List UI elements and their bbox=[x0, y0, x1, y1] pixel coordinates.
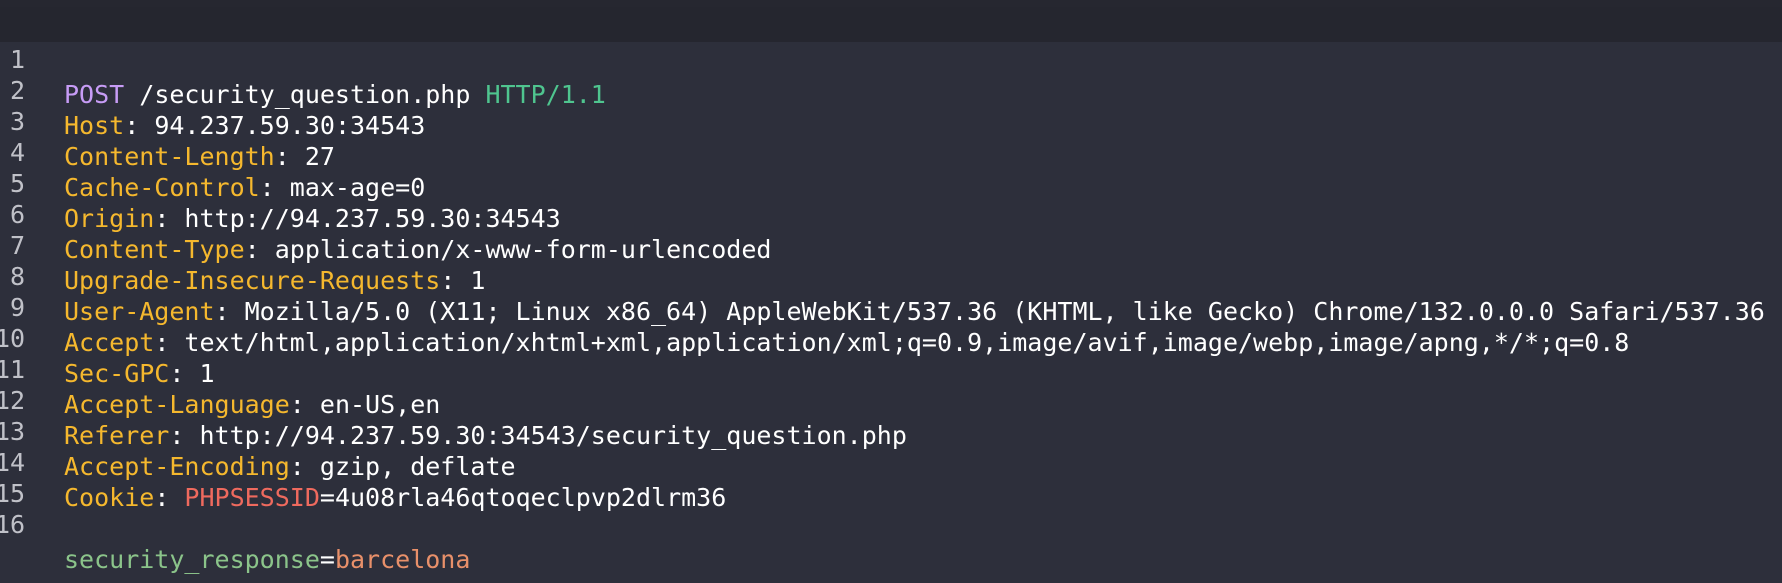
header-line[interactable]: 5 Origin: http://94.237.59.30:34543 bbox=[0, 131, 1782, 233]
line-number: 16 bbox=[0, 510, 26, 539]
header-line[interactable]: 13 Accept-Encoding: gzip, deflate bbox=[0, 379, 1782, 481]
cookie-line[interactable]: 14 Cookie: PHPSESSID=4u08rla46qtoqeclpvp… bbox=[0, 410, 1782, 512]
header-line[interactable]: 12 Referer: http://94.237.59.30:34543/se… bbox=[0, 348, 1782, 450]
header-line[interactable]: 9 Accept: text/html,application/xhtml+xm… bbox=[0, 255, 1782, 357]
header-line[interactable]: 2 Host: 94.237.59.30:34543 bbox=[0, 38, 1782, 140]
body-param-name: security_response bbox=[64, 545, 320, 574]
body-param-value: barcelona bbox=[334, 545, 471, 574]
blank-line[interactable]: 15 bbox=[0, 441, 1782, 508]
header-line[interactable]: 6 Content-Type: application/x-www-form-u… bbox=[0, 162, 1782, 264]
header-line[interactable]: 11 Accept-Language: en-US,en bbox=[0, 317, 1782, 419]
request-line[interactable]: 1 POST /security_question.php HTTP/1.1 bbox=[0, 7, 1782, 109]
http-request-editor[interactable]: 1 POST /security_question.php HTTP/1.1 2… bbox=[0, 0, 1782, 583]
header-line[interactable]: 8 User-Agent: Mozilla/5.0 (X11; Linux x8… bbox=[0, 224, 1782, 326]
body-line[interactable]: 16 security_response=barcelona bbox=[0, 472, 1782, 574]
body-code[interactable]: security_response=barcelona bbox=[64, 542, 470, 577]
header-line[interactable]: 3 Content-Length: 27 bbox=[0, 69, 1782, 171]
header-line[interactable]: 10 Sec-GPC: 1 bbox=[0, 286, 1782, 388]
header-line[interactable]: 7 Upgrade-Insecure-Requests: 1 bbox=[0, 193, 1782, 295]
body-param-equals: = bbox=[319, 545, 335, 574]
header-line[interactable]: 4 Cache-Control: max-age=0 bbox=[0, 100, 1782, 202]
